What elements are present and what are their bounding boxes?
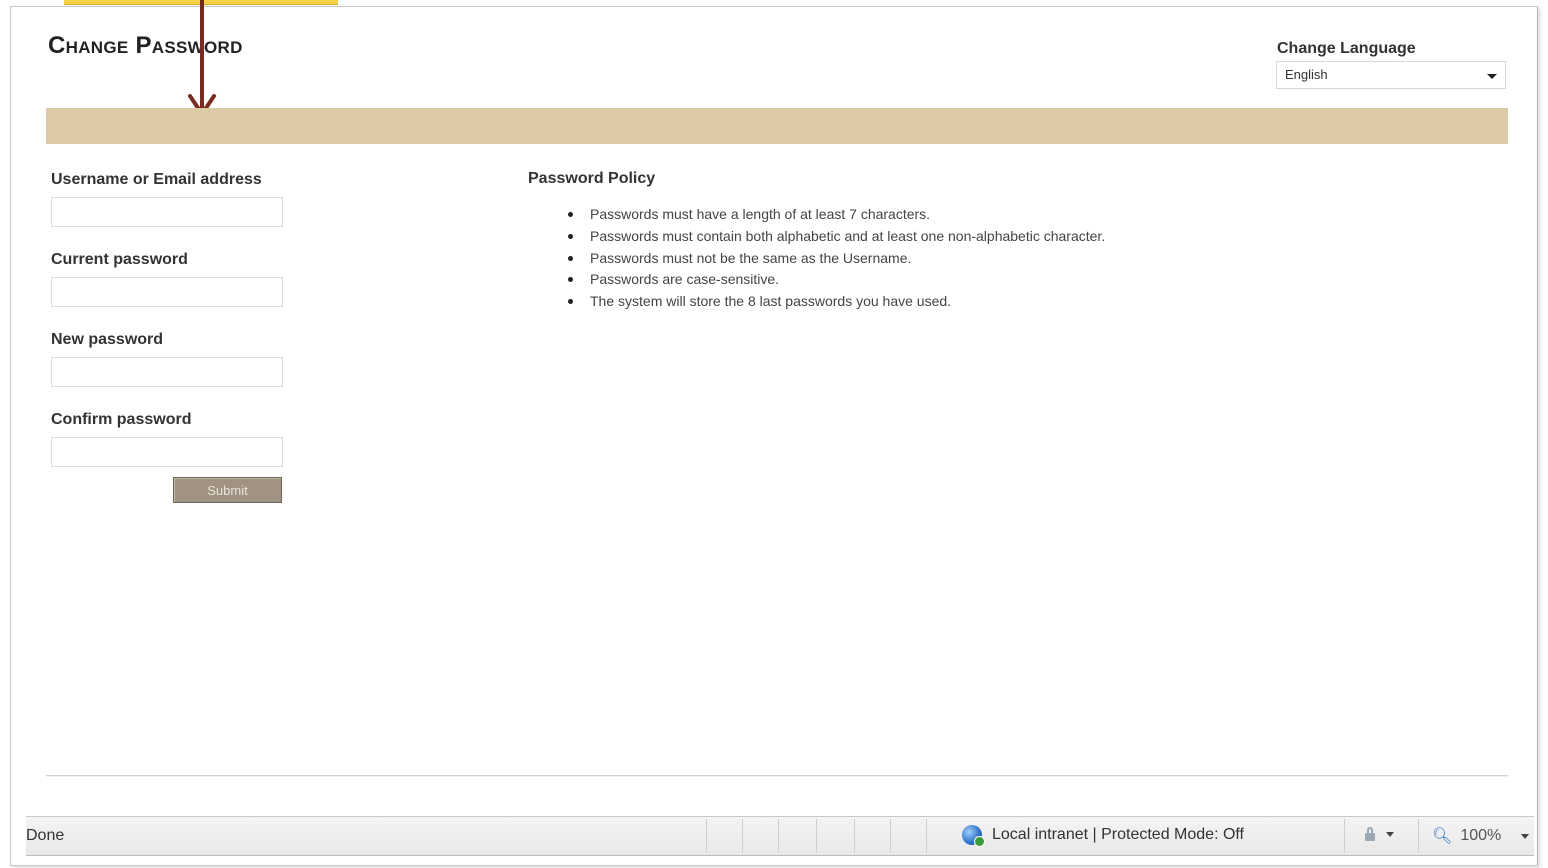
current-password-label: Current password bbox=[51, 251, 188, 268]
bullet-icon bbox=[568, 299, 573, 305]
submit-button[interactable]: Submit bbox=[173, 477, 282, 503]
confirm-password-label: Confirm password bbox=[51, 411, 192, 428]
globe-icon bbox=[962, 825, 985, 847]
header-band bbox=[46, 108, 1508, 144]
bullet-icon bbox=[568, 233, 573, 239]
policy-item-text: Passwords must have a length of at least… bbox=[590, 206, 931, 222]
list-item: Passwords must not be the same as the Us… bbox=[568, 248, 1288, 270]
current-password-input[interactable] bbox=[51, 277, 283, 307]
status-separator bbox=[1418, 819, 1419, 853]
security-zone[interactable]: Local intranet | Protected Mode: Off bbox=[962, 825, 1244, 847]
status-text: Done bbox=[26, 827, 65, 844]
change-password-form: Username or Email address Current passwo… bbox=[50, 170, 350, 490]
policy-item-text: Passwords must contain both alphabetic a… bbox=[590, 227, 1106, 244]
footer-divider bbox=[46, 775, 1508, 776]
status-separator bbox=[1344, 819, 1345, 853]
zoom-icon: 🔍︎ bbox=[1432, 828, 1453, 845]
protected-mode-control[interactable] bbox=[1362, 826, 1394, 842]
lock-icon bbox=[1362, 826, 1378, 842]
new-password-input[interactable] bbox=[51, 357, 283, 387]
bullet-icon bbox=[568, 212, 573, 217]
down-arrow-annotation-icon bbox=[188, 0, 216, 116]
status-separator bbox=[854, 819, 855, 853]
list-item: Passwords must have a length of at least… bbox=[568, 204, 1288, 226]
language-selected-value: English bbox=[1285, 67, 1328, 82]
status-separator bbox=[706, 819, 707, 853]
username-input[interactable] bbox=[51, 197, 283, 227]
browser-status-bar: Done Local intranet | Protected Mode: Of… bbox=[26, 816, 1534, 856]
status-separator bbox=[816, 819, 817, 853]
confirm-password-input[interactable] bbox=[51, 437, 283, 467]
list-item: The system will store the 8 last passwor… bbox=[568, 291, 1288, 313]
bullet-icon bbox=[568, 255, 573, 261]
policy-title: Password Policy bbox=[528, 170, 656, 187]
zone-text: Local intranet | Protected Mode: Off bbox=[992, 826, 1244, 843]
language-select[interactable]: English bbox=[1276, 61, 1506, 89]
bullet-icon bbox=[568, 277, 573, 283]
status-separator bbox=[742, 819, 743, 853]
chevron-down-icon bbox=[1487, 74, 1497, 79]
status-separator bbox=[926, 819, 927, 853]
policy-list: Passwords must have a length of at least… bbox=[528, 204, 1288, 313]
chevron-down-icon bbox=[1386, 831, 1394, 837]
new-password-label: New password bbox=[51, 331, 164, 348]
status-separator bbox=[890, 819, 891, 853]
policy-item-text: Passwords are case-sensitive. bbox=[590, 271, 780, 288]
status-separator bbox=[778, 819, 779, 853]
password-policy: Password Policy Passwords must have a le… bbox=[528, 170, 1288, 313]
policy-item-text: Passwords must not be the same as the Us… bbox=[590, 249, 912, 266]
list-item: Passwords must contain both alphabetic a… bbox=[568, 226, 1288, 248]
zoom-level: 100% bbox=[1460, 827, 1502, 844]
language-label: Change Language bbox=[1277, 40, 1416, 57]
chevron-down-icon bbox=[1521, 833, 1530, 839]
zoom-control[interactable]: 🔍︎ 100% bbox=[1432, 826, 1530, 846]
list-item: Passwords are case-sensitive. bbox=[568, 269, 1288, 291]
username-label: Username or Email address bbox=[51, 171, 262, 188]
policy-item-text: The system will store the 8 last passwor… bbox=[590, 293, 952, 310]
